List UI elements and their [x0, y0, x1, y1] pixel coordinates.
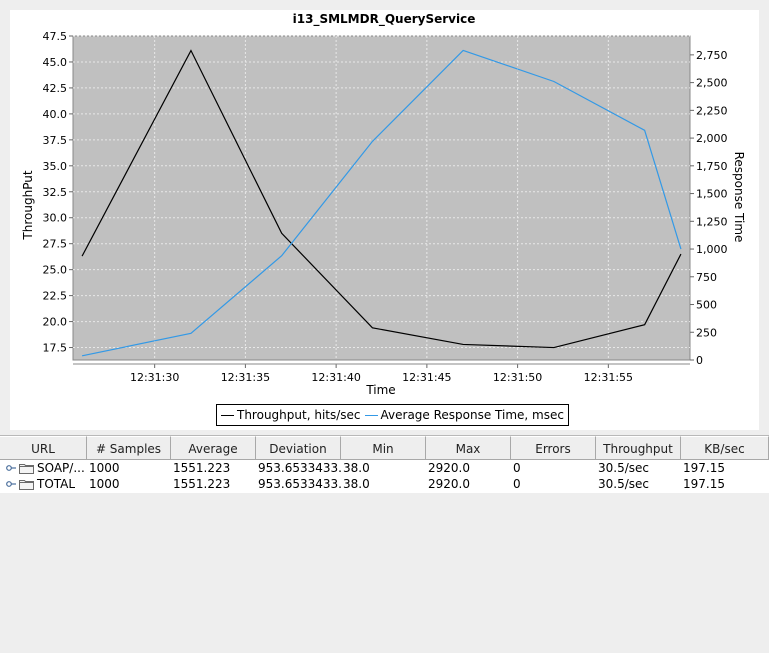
y2-tick-label: 1,250	[696, 215, 728, 228]
folder-icon	[19, 479, 34, 490]
table-header: URL # Samples Average Deviation Min Max …	[0, 436, 769, 460]
y2-tick-label: 2,000	[696, 132, 728, 145]
table-cell-throughput: 30.5/sec	[598, 477, 649, 491]
y-tick-label: 40.0	[43, 108, 68, 121]
chart-panel: i13_SMLMDR_QueryService 12:31:30 12:31:35…	[10, 10, 759, 430]
y-tick-label: 35.0	[43, 160, 68, 173]
table-row[interactable]: SOAP/... 1000 1551.223 953.6533433... 38…	[0, 460, 769, 476]
table-cell-deviation: 953.6533433...	[258, 461, 341, 475]
x-tick-label: 12:31:35	[221, 371, 270, 384]
y-axis-label-left: ThroughPut	[21, 170, 35, 240]
table-cell-max: 2920.0	[428, 477, 470, 491]
column-header-min[interactable]: Min	[341, 436, 426, 460]
column-header-max[interactable]: Max	[426, 436, 511, 460]
tree-handle-icon[interactable]	[6, 464, 16, 472]
y-tick-label: 42.5	[43, 82, 68, 95]
column-header-errors[interactable]: Errors	[511, 436, 596, 460]
x-tick-label: 12:31:40	[311, 371, 360, 384]
y-tick-label: 22.5	[43, 290, 68, 303]
legend-item-throughput: Throughput, hits/sec	[221, 408, 361, 422]
column-header-url[interactable]: URL	[0, 436, 87, 460]
table-cell-deviation: 953.6533433...	[258, 477, 341, 491]
y2-tick-label: 750	[696, 271, 717, 284]
y2-tick-label: 250	[696, 326, 717, 339]
table-cell-kb-sec: 197.15	[683, 477, 725, 491]
tree-handle-icon[interactable]	[6, 480, 16, 488]
chart-title: i13_SMLMDR_QueryService	[293, 12, 476, 27]
column-header-average[interactable]: Average	[171, 436, 256, 460]
table-cell-url[interactable]: SOAP/...	[0, 460, 87, 476]
table-cell-samples: 1000	[89, 461, 120, 475]
chart-legend: Throughput, hits/sec Average Response Ti…	[216, 404, 569, 426]
table-cell-url-text: TOTAL	[37, 477, 76, 491]
chart: i13_SMLMDR_QueryService 12:31:30 12:31:35…	[21, 12, 746, 397]
y-axis-label-right: Response Time	[732, 152, 746, 243]
table-cell-average: 1551.223	[173, 477, 231, 491]
table-cell-throughput: 30.5/sec	[598, 461, 649, 475]
plot-area	[72, 35, 691, 361]
column-header-kb-sec[interactable]: KB/sec	[681, 436, 769, 460]
y2-tick-label: 1,000	[696, 243, 728, 256]
legend-swatch-response-time	[364, 414, 378, 416]
x-tick-label: 12:31:50	[493, 371, 542, 384]
y-tick-label: 20.0	[43, 316, 68, 329]
column-header-samples[interactable]: # Samples	[87, 436, 171, 460]
x-tick-label: 12:31:45	[402, 371, 451, 384]
table-cell-errors: 0	[513, 461, 521, 475]
x-tick-label: 12:31:55	[584, 371, 633, 384]
results-table[interactable]: URL # Samples Average Deviation Min Max …	[0, 435, 769, 653]
table-cell-samples: 1000	[89, 477, 120, 491]
y-tick-label: 32.5	[43, 186, 68, 199]
y2-tick-label: 2,750	[696, 49, 728, 62]
y-tick-label: 37.5	[43, 134, 68, 147]
table-cell-min: 38.0	[343, 461, 370, 475]
y2-tick-label: 1,500	[696, 188, 728, 201]
x-tick-label: 12:31:30	[130, 371, 179, 384]
y2-tick-label: 0	[696, 354, 703, 367]
y2-tick-label: 1,750	[696, 160, 728, 173]
table-body: SOAP/... 1000 1551.223 953.6533433... 38…	[0, 460, 769, 493]
y2-tick-label: 2,250	[696, 104, 728, 117]
x-axis-label: Time	[365, 383, 395, 397]
y-tick-label: 47.5	[43, 30, 68, 43]
y-tick-label: 27.5	[43, 238, 68, 251]
column-header-throughput[interactable]: Throughput	[596, 436, 681, 460]
table-row[interactable]: TOTAL 1000 1551.223 953.6533433... 38.0 …	[0, 476, 769, 492]
table-cell-kb-sec: 197.15	[683, 461, 725, 475]
table-cell-average: 1551.223	[173, 461, 231, 475]
legend-swatch-throughput	[221, 414, 234, 416]
folder-icon	[19, 463, 34, 474]
y-tick-label: 45.0	[43, 56, 68, 69]
table-cell-url-text: SOAP/...	[37, 461, 85, 475]
y-tick-label: 30.0	[43, 212, 68, 225]
legend-label-throughput: Throughput, hits/sec	[237, 408, 361, 422]
table-cell-min: 38.0	[343, 477, 370, 491]
legend-item-response-time: Average Response Time, msec	[364, 408, 564, 422]
y2-tick-label: 2,500	[696, 77, 728, 90]
y2-tick-label: 500	[696, 299, 717, 312]
table-cell-max: 2920.0	[428, 461, 470, 475]
table-cell-errors: 0	[513, 477, 521, 491]
table-cell-url[interactable]: TOTAL	[0, 476, 87, 492]
legend-label-response-time: Average Response Time, msec	[380, 408, 564, 422]
column-header-deviation[interactable]: Deviation	[256, 436, 341, 460]
y-tick-label: 25.0	[43, 264, 68, 277]
y-tick-label: 17.5	[43, 342, 68, 355]
